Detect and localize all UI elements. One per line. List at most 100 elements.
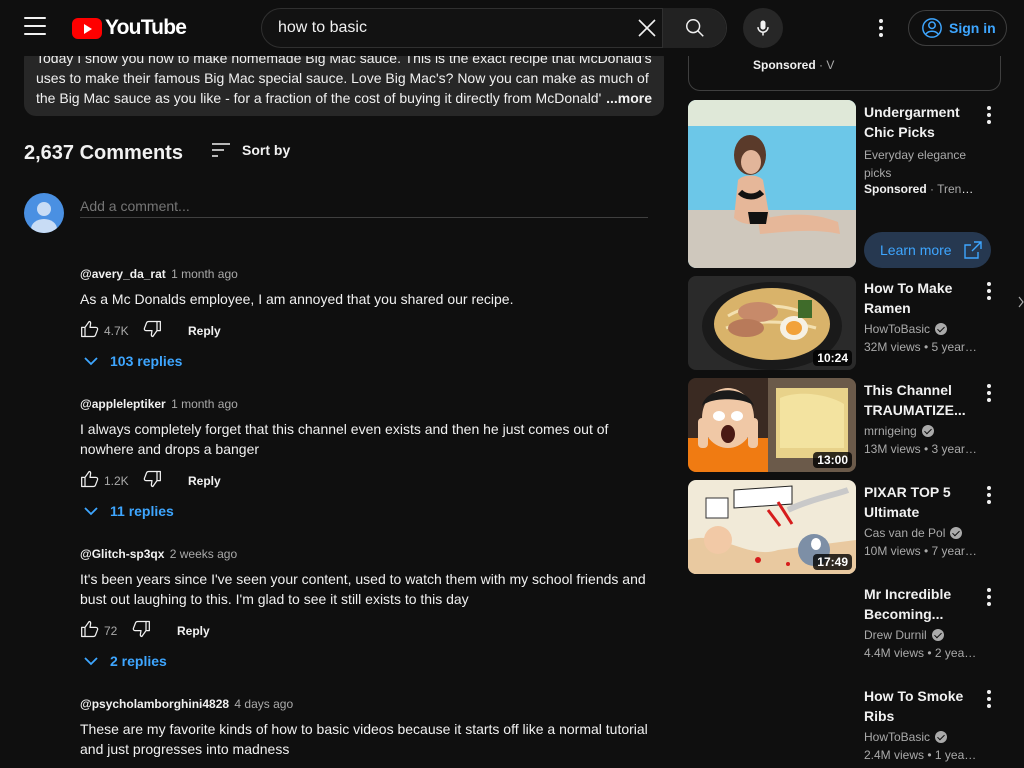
chevron-down-icon (84, 506, 98, 515)
video-more-icon[interactable] (987, 486, 991, 507)
show-more-link[interactable]: ...more (602, 88, 652, 108)
comments-count: 2,637 Comments (24, 142, 183, 164)
recommended-video[interactable]: How To Smoke Ribs HowToBasic 2.4M views … (688, 684, 1024, 768)
comment-actions: 72 Reply (80, 619, 680, 643)
like-count: 4.7K (104, 324, 129, 338)
comment-thread: @Glitch-sp3qx 2 weeks ago It's been year… (80, 547, 680, 643)
channel-name[interactable]: Drew Durnil (864, 628, 927, 642)
chevron-down-icon (84, 656, 98, 665)
masthead: YouTube Sign in (0, 0, 1024, 56)
ad-title[interactable]: Undergarment Chic Picks (864, 102, 976, 142)
search-button[interactable] (662, 8, 726, 48)
video-more-icon[interactable] (987, 588, 991, 609)
video-title[interactable]: How To Smoke Ribs (864, 686, 976, 726)
video-more-icon[interactable] (987, 282, 991, 303)
comment-time[interactable]: 1 month ago (171, 397, 238, 411)
reply-button[interactable]: Reply (188, 474, 221, 488)
video-thumbnail[interactable]: 13:00 (688, 378, 856, 472)
sponsored-label: Sponsored (753, 58, 816, 72)
verified-icon (950, 527, 963, 539)
dislike-icon[interactable] (131, 619, 151, 639)
channel-name[interactable]: Cas van de Pol (864, 526, 945, 540)
like-icon[interactable] (80, 319, 100, 339)
description-line: uses to make their famous Big Mac specia… (36, 70, 649, 86)
description-line: the Big Mac sauce as you like - for a fr… (36, 90, 602, 106)
dislike-icon[interactable] (142, 469, 162, 489)
menu-icon[interactable] (24, 17, 46, 35)
recommended-video[interactable]: 10:24 How To Make Ramen HowToBasic 32M v… (688, 276, 1024, 370)
dislike-icon[interactable] (142, 319, 162, 339)
sort-by-label: Sort by (242, 142, 291, 158)
view-replies-button[interactable]: 103 replies (84, 353, 182, 369)
sign-in-button[interactable]: Sign in (908, 10, 1007, 46)
video-more-icon[interactable] (987, 690, 991, 711)
video-meta: 4.4M views • 2 years ago (864, 646, 978, 660)
comment-author[interactable]: @psycholamborghini4828 (80, 697, 229, 711)
video-title[interactable]: This Channel TRAUMATIZE... (864, 380, 976, 420)
replies-label: 2 replies (110, 653, 167, 669)
video-meta: 32M views • 5 years ago (864, 340, 978, 354)
chevron-down-icon (84, 356, 98, 365)
like-icon[interactable] (80, 619, 100, 639)
comment-thread: @psycholamborghini4828 4 days ago These … (80, 697, 680, 759)
logo-text: YouTube (105, 16, 187, 39)
comment-actions: 4.7K Reply (80, 319, 680, 343)
comment-thread: @appleleptiker 1 month ago I always comp… (80, 397, 680, 493)
comment-text: These are my favorite kinds of how to ba… (80, 721, 648, 757)
external-link-icon (963, 241, 982, 259)
video-thumbnail[interactable]: 10:24 (688, 276, 856, 370)
clear-search-icon[interactable] (634, 15, 660, 41)
channel-name[interactable]: HowToBasic (864, 730, 930, 744)
ad-subtitle: Everyday elegance picks (864, 148, 967, 180)
comment-author[interactable]: @avery_da_rat (80, 267, 166, 281)
video-description[interactable]: Today I show you how to make homemade Bi… (24, 46, 664, 116)
learn-more-button[interactable]: Learn more (864, 232, 991, 268)
voice-search-button[interactable] (743, 8, 783, 48)
add-comment-input[interactable] (80, 194, 648, 218)
chevron-right-icon[interactable] (1018, 296, 1024, 308)
comment-time[interactable]: 4 days ago (234, 697, 293, 711)
learn-more-label: Learn more (880, 242, 952, 258)
verified-icon (921, 425, 934, 437)
view-replies-button[interactable]: 11 replies (84, 503, 174, 519)
like-count: 1.2K (104, 474, 129, 488)
reply-button[interactable]: Reply (177, 624, 210, 638)
youtube-logo[interactable]: YouTube (72, 16, 187, 40)
video-title[interactable]: PIXAR TOP 5 Ultimate Recap... (864, 482, 976, 522)
description-line-last: the Big Mac sauce as you like - for a fr… (36, 88, 652, 108)
recommended-video[interactable]: 17:49 PIXAR TOP 5 Ultimate Recap... Cas … (688, 480, 1024, 574)
video-title[interactable]: How To Make Ramen (864, 278, 976, 318)
comment-time[interactable]: 2 weeks ago (170, 547, 237, 561)
like-count: 72 (104, 624, 118, 638)
recommended-video[interactable]: 13:00 This Channel TRAUMATIZE... mrnigei… (688, 378, 1024, 472)
channel-name[interactable]: HowToBasic (864, 322, 930, 336)
comment-text: I always completely forget that this cha… (80, 421, 609, 457)
video-thumbnail[interactable]: 17:49 (688, 480, 856, 574)
reply-button[interactable]: Reply (188, 324, 221, 338)
sort-by-button[interactable]: Sort by (212, 142, 290, 158)
video-duration: 13:00 (813, 452, 852, 468)
settings-more-icon[interactable] (879, 19, 883, 40)
sort-icon (212, 143, 230, 157)
comment-actions: 1.2K Reply (80, 469, 680, 493)
video-meta: 13M views • 3 years ago (864, 442, 978, 456)
video-meta: 10M views • 7 years ago (864, 544, 978, 558)
video-title[interactable]: Mr Incredible Becoming... (864, 584, 976, 624)
channel-name[interactable]: mrnigeing (864, 424, 917, 438)
ad-more-icon[interactable] (987, 106, 991, 127)
view-replies-button[interactable]: 2 replies (84, 653, 167, 669)
microphone-icon (757, 20, 769, 36)
comment-text: It's been years since I've seen your con… (80, 571, 646, 607)
video-more-icon[interactable] (987, 384, 991, 405)
search-input[interactable] (278, 9, 628, 47)
search-icon (685, 19, 704, 37)
comment-author[interactable]: @Glitch-sp3qx (80, 547, 164, 561)
comment-time[interactable]: 1 month ago (171, 267, 238, 281)
recommended-video[interactable]: Mr Incredible Becoming... Drew Durnil 4.… (688, 582, 1024, 676)
comment-author[interactable]: @appleleptiker (80, 397, 166, 411)
like-icon[interactable] (80, 469, 100, 489)
ad-thumbnail[interactable] (688, 100, 856, 268)
sign-in-label: Sign in (949, 20, 996, 36)
ad-item[interactable]: Undergarment Chic Picks Everyday eleganc… (688, 100, 1024, 268)
play-icon (72, 17, 102, 39)
